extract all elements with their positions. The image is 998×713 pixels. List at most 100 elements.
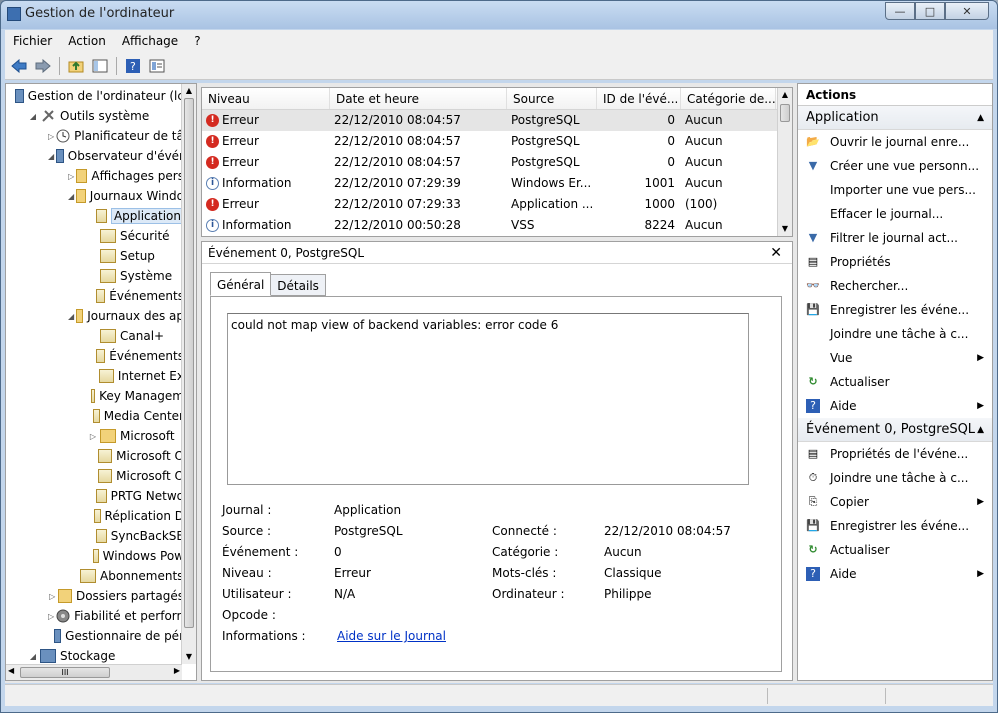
menu-fichier[interactable]: Fichier xyxy=(5,34,60,48)
expand-icon[interactable]: ▷ xyxy=(48,592,56,601)
scroll-down-icon[interactable]: ▼ xyxy=(778,222,792,236)
action-item[interactable]: Importer une vue pers... xyxy=(798,178,992,202)
forward-arrow-icon[interactable] xyxy=(33,56,53,76)
help-icon[interactable]: ? xyxy=(123,56,143,76)
table-row[interactable]: ! Erreur 22/12/2010 08:04:57 PostgreSQL 0 Auc… xyxy=(202,131,792,152)
list-scroll-thumb[interactable] xyxy=(780,104,790,122)
action-item[interactable]: Effacer le journal... xyxy=(798,202,992,226)
collapse-icon[interactable]: ▲ xyxy=(977,106,984,130)
column-id[interactable]: ID de l'évé... xyxy=(597,88,681,109)
properties-icon[interactable] xyxy=(147,56,167,76)
tree-item[interactable]: ◢ Observateur d'évér xyxy=(6,146,184,166)
column-date[interactable]: Date et heure xyxy=(330,88,507,109)
action-item[interactable]: ▼ Créer une vue personn... xyxy=(798,154,992,178)
tree-item[interactable]: ◢ Outils système xyxy=(6,106,184,126)
column-niveau[interactable]: Niveau xyxy=(202,88,330,109)
action-item[interactable]: ? Aide ▶ xyxy=(798,394,992,418)
action-item[interactable]: 👓 Rechercher... xyxy=(798,274,992,298)
table-row[interactable]: ! Erreur 22/12/2010 07:29:33 Application ..… xyxy=(202,194,792,215)
actions-section-event[interactable]: Événement 0, PostgreSQL ▲ xyxy=(798,418,992,442)
action-item[interactable]: ⎘ Copier ▶ xyxy=(798,490,992,514)
tree-item[interactable]: Gestion de l'ordinateur (lc xyxy=(6,86,184,106)
tree-item[interactable]: Événements xyxy=(6,346,184,366)
column-category[interactable]: Catégorie de... xyxy=(681,88,776,109)
action-item[interactable]: Joindre une tâche à c... xyxy=(798,322,992,346)
action-item[interactable]: ▤ Propriétés xyxy=(798,250,992,274)
collapse-icon[interactable]: ◢ xyxy=(68,192,74,201)
column-source[interactable]: Source xyxy=(507,88,597,109)
menu-affichage[interactable]: Affichage xyxy=(114,34,186,48)
tree-item[interactable]: ◢ Stockage xyxy=(6,646,184,666)
action-item[interactable]: 📂 Ouvrir le journal enre... xyxy=(798,130,992,154)
collapse-icon[interactable]: ◢ xyxy=(68,312,74,321)
collapse-icon[interactable]: ◢ xyxy=(28,112,38,121)
tree-item[interactable]: ▷ Fiabilité et perform xyxy=(6,606,188,626)
action-item[interactable]: 💾 Enregistrer les événe... xyxy=(798,514,992,538)
action-item[interactable]: ↻ Actualiser xyxy=(798,538,992,562)
tree-item[interactable]: ▷ Affichages pers xyxy=(6,166,184,186)
tree-item[interactable]: Événements xyxy=(6,286,184,306)
tab-details[interactable]: Détails xyxy=(270,274,326,296)
action-item[interactable]: ▤ Propriétés de l'événe... xyxy=(798,442,992,466)
expand-icon[interactable]: ▷ xyxy=(88,432,98,441)
minimize-button[interactable]: — xyxy=(885,2,915,20)
action-item[interactable]: ▼ Filtrer le journal act... xyxy=(798,226,992,250)
back-arrow-icon[interactable] xyxy=(9,56,29,76)
tree-item[interactable]: PRTG Netwo xyxy=(6,486,184,506)
action-item[interactable]: Vue ▶ xyxy=(798,346,992,370)
tree-item[interactable]: Gestionnaire de pér xyxy=(6,626,184,646)
scroll-down-icon[interactable]: ▼ xyxy=(182,650,196,664)
tree-item[interactable]: ◢ Journaux des ap xyxy=(6,306,184,326)
tree-item[interactable]: ▷ Dossiers partagés xyxy=(6,586,184,606)
scroll-left-icon[interactable]: ◀ xyxy=(8,666,14,675)
tree-item[interactable]: ◢ Journaux Windo xyxy=(6,186,184,206)
close-button[interactable]: ✕ xyxy=(945,2,989,20)
tree-scroll-thumb[interactable] xyxy=(184,98,194,628)
expand-icon[interactable]: ▷ xyxy=(68,172,74,181)
tree-item[interactable]: Internet Ex xyxy=(6,366,184,386)
up-folder-icon[interactable] xyxy=(66,56,86,76)
tree-item[interactable]: ▷ Planificateur de tâc xyxy=(6,126,190,146)
show-tree-icon[interactable] xyxy=(90,56,110,76)
tree-item[interactable]: Sécurité xyxy=(6,226,184,246)
expand-icon[interactable]: ▷ xyxy=(48,132,54,141)
close-icon[interactable]: ✕ xyxy=(770,242,782,264)
help-journal-link[interactable]: Aide sur le Journal xyxy=(337,629,446,643)
menu-action[interactable]: Action xyxy=(60,34,114,48)
tree-item[interactable]: Key Managem xyxy=(6,386,184,406)
tree-item[interactable]: SyncBackSE xyxy=(6,526,184,546)
action-item[interactable]: 💾 Enregistrer les événe... xyxy=(798,298,992,322)
collapse-icon[interactable]: ◢ xyxy=(48,152,54,161)
action-item[interactable]: ⏱ Joindre une tâche à c... xyxy=(798,466,992,490)
tree-hscroll-thumb[interactable]: III xyxy=(20,667,110,678)
tree-item[interactable]: Windows Pow xyxy=(6,546,184,566)
tree-item[interactable]: ▷ Microsoft xyxy=(6,426,184,446)
table-row[interactable]: ! Erreur 22/12/2010 08:04:57 PostgreSQL 0 Auc… xyxy=(202,152,792,173)
table-row[interactable]: i Information 22/12/2010 07:29:39 Windows E… xyxy=(202,173,792,194)
tree-item[interactable]: Application xyxy=(6,206,184,226)
list-vertical-scrollbar[interactable]: ▲ ▼ xyxy=(777,88,792,236)
tree-item[interactable]: Setup xyxy=(6,246,184,266)
scroll-up-icon[interactable]: ▲ xyxy=(182,84,196,98)
action-item[interactable]: ? Aide ▶ xyxy=(798,562,992,586)
tree-item[interactable]: Media Center xyxy=(6,406,184,426)
tree-item[interactable]: Canal+ xyxy=(6,326,184,346)
tree-item[interactable]: Abonnements xyxy=(6,566,184,586)
tree-item[interactable]: Microsoft O xyxy=(6,446,184,466)
tree-item[interactable]: Réplication D xyxy=(6,506,184,526)
expand-icon[interactable]: ▷ xyxy=(48,612,54,621)
event-message-box[interactable]: could not map view of backend variables:… xyxy=(227,313,749,485)
tree-item[interactable]: Microsoft O xyxy=(6,466,184,486)
maximize-button[interactable]: □ xyxy=(915,2,945,20)
scroll-right-icon[interactable]: ▶ xyxy=(174,666,180,675)
collapse-icon[interactable]: ▲ xyxy=(977,418,984,442)
tree-item[interactable]: Système xyxy=(6,266,184,286)
table-row[interactable]: ! Erreur 22/12/2010 08:04:57 PostgreSQL 0 Auc… xyxy=(202,110,792,131)
collapse-icon[interactable]: ◢ xyxy=(28,652,38,661)
tree-horizontal-scrollbar[interactable]: ◀ III ▶ xyxy=(6,664,182,680)
tab-general[interactable]: Général xyxy=(210,272,272,296)
menu-help[interactable]: ? xyxy=(186,34,208,48)
table-row[interactable]: i Information 22/12/2010 00:50:28 VSS 8224 Au… xyxy=(202,215,792,236)
tree-vertical-scrollbar[interactable]: ▲ ▼ xyxy=(181,84,196,664)
actions-section-application[interactable]: Application ▲ xyxy=(798,106,992,130)
